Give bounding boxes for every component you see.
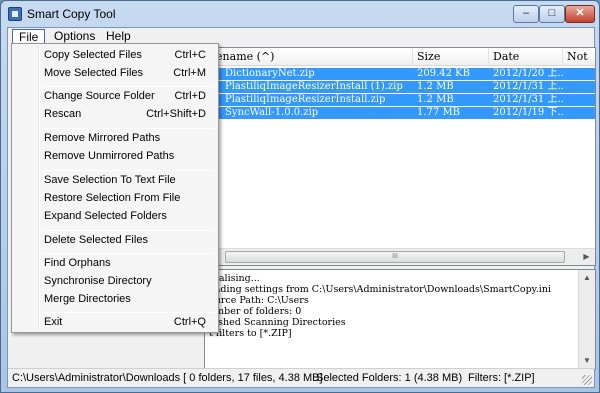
- window-title: Smart Copy Tool: [27, 7, 116, 21]
- menu-item-change-source-folder[interactable]: Change Source Folder Ctrl+D: [14, 87, 216, 105]
- column-date[interactable]: Date: [489, 48, 563, 66]
- file-row[interactable]: DictionaryNet.zip 209.42 KB 2012/1/20 上.…: [205, 68, 595, 80]
- menu-item-label: Remove Mirrored Paths: [44, 132, 161, 144]
- file-row[interactable]: PlastiliqImageResizerInstall (1).zip 1.2…: [205, 81, 595, 93]
- log-line: umber of folders: 0: [209, 306, 302, 317]
- menu-item-copy-selected-files[interactable]: Copy Selected Files Ctrl+C: [14, 46, 216, 64]
- menu-item-shortcut: Ctrl+C: [174, 49, 206, 61]
- app-window: Smart Copy Tool – □ ✕ File Options Help …: [0, 0, 600, 393]
- maximize-button[interactable]: □: [539, 5, 565, 23]
- menu-item-label: Synchronise Directory: [44, 275, 152, 287]
- file-date: 2012/1/31 上...: [493, 94, 563, 105]
- menu-item-shortcut: Ctrl+M: [173, 67, 206, 79]
- menu-item-label: Move Selected Files: [44, 67, 144, 79]
- menu-item-label: Remove Unmirrored Paths: [44, 150, 175, 162]
- file-size: 1.2 MB: [417, 94, 454, 105]
- file-date: 2012/1/19 下...: [493, 107, 563, 118]
- menu-item-save-selection[interactable]: Save Selection To Text File: [14, 171, 216, 189]
- scroll-right-icon[interactable]: ▶: [578, 249, 595, 265]
- menu-item-shortcut: Ctrl+Q: [173, 316, 206, 328]
- menu-item-label: Rescan: [44, 108, 82, 120]
- file-name: DictionaryNet.zip: [225, 68, 315, 79]
- menu-item-label: Save Selection To Text File: [44, 174, 176, 186]
- resize-grip-icon[interactable]: [582, 375, 592, 385]
- file-name: SyncWall-1.0.0.zip: [225, 107, 319, 118]
- vertical-scrollbar[interactable]: ▲ ▼: [578, 270, 595, 369]
- log-line: t filters to [*.ZIP]: [209, 328, 292, 339]
- status-bar: C:\Users\Administrator\Downloads [ 0 fol…: [8, 368, 594, 387]
- menu-item-label: Restore Selection From File: [44, 192, 181, 204]
- file-list-header: ilename (^) Size Date Not: [205, 48, 595, 66]
- menu-item-synchronise-directory[interactable]: Synchronise Directory: [14, 272, 216, 290]
- app-icon: [8, 7, 22, 21]
- file-row[interactable]: PlastiliqImageResizerInstall.zip 1.2 MB …: [205, 94, 595, 106]
- menu-item-label: Find Orphans: [44, 257, 111, 269]
- menu-item-remove-unmirrored-paths[interactable]: Remove Unmirrored Paths: [14, 147, 216, 165]
- column-filename[interactable]: ilename (^): [205, 48, 413, 66]
- menu-item-exit[interactable]: Exit Ctrl+Q: [14, 313, 216, 331]
- file-menu-dropdown: Copy Selected Files Ctrl+C Move Selected…: [11, 43, 219, 333]
- file-size: 1.2 MB: [417, 81, 454, 92]
- file-size: 1.77 MB: [417, 107, 461, 118]
- menu-item-label: Delete Selected Files: [44, 234, 148, 246]
- title-bar[interactable]: Smart Copy Tool – □ ✕: [1, 1, 599, 27]
- menu-item-find-orphans[interactable]: Find Orphans: [14, 254, 216, 272]
- close-button[interactable]: ✕: [565, 5, 595, 23]
- status-path-info: C:\Users\Administrator\Downloads [ 0 fol…: [12, 372, 323, 384]
- log-panel[interactable]: itialising... oading settings from C:\Us…: [204, 269, 596, 370]
- menu-item-delete-selected-files[interactable]: Delete Selected Files: [14, 231, 216, 249]
- status-selected: Selected Folders: 1 (4.38 MB): [316, 372, 463, 384]
- file-date: 2012/1/20 上...: [493, 68, 563, 79]
- menu-item-move-selected-files[interactable]: Move Selected Files Ctrl+M: [14, 64, 216, 82]
- menu-item-label: Expand Selected Folders: [44, 210, 167, 222]
- file-size: 209.42 KB: [417, 68, 470, 79]
- scroll-up-icon[interactable]: ▲: [579, 270, 595, 286]
- column-size[interactable]: Size: [413, 48, 489, 66]
- menu-item-label: Copy Selected Files: [44, 49, 142, 61]
- scroll-thumb[interactable]: III: [225, 251, 565, 263]
- minimize-button[interactable]: –: [513, 5, 539, 23]
- file-name: PlastiliqImageResizerInstall.zip: [225, 94, 386, 105]
- column-notes[interactable]: Not: [563, 48, 595, 66]
- menu-item-merge-directories[interactable]: Merge Directories: [14, 290, 216, 308]
- log-line: ource Path: C:\Users: [209, 295, 309, 306]
- file-list[interactable]: ilename (^) Size Date Not DictionaryNet.…: [204, 47, 596, 266]
- menu-item-label: Exit: [44, 316, 63, 328]
- scroll-down-icon[interactable]: ▼: [579, 353, 595, 369]
- file-date: 2012/1/31 上...: [493, 81, 563, 92]
- menu-item-rescan[interactable]: Rescan Ctrl+Shift+D: [14, 105, 216, 123]
- menu-item-label: Merge Directories: [44, 293, 131, 305]
- log-line: nished Scanning Directories: [209, 317, 346, 328]
- scroll-grip-icon: III: [392, 253, 398, 260]
- log-line: oading settings from C:\Users\Administra…: [209, 284, 551, 295]
- horizontal-scrollbar[interactable]: ◀ III ▶: [205, 248, 595, 265]
- menu-item-shortcut: Ctrl+Shift+D: [146, 108, 206, 120]
- menu-item-restore-selection[interactable]: Restore Selection From File: [14, 189, 216, 207]
- status-filters: Filters: [*.ZIP]: [468, 372, 535, 384]
- file-name: PlastiliqImageResizerInstall (1).zip: [225, 81, 403, 92]
- menu-item-expand-selected-folders[interactable]: Expand Selected Folders: [14, 207, 216, 225]
- file-row[interactable]: SyncWall-1.0.0.zip 1.77 MB 2012/1/19 下..…: [205, 107, 595, 119]
- menu-item-label: Change Source Folder: [44, 90, 155, 102]
- menu-item-remove-mirrored-paths[interactable]: Remove Mirrored Paths: [14, 129, 216, 147]
- menu-item-shortcut: Ctrl+D: [174, 90, 206, 102]
